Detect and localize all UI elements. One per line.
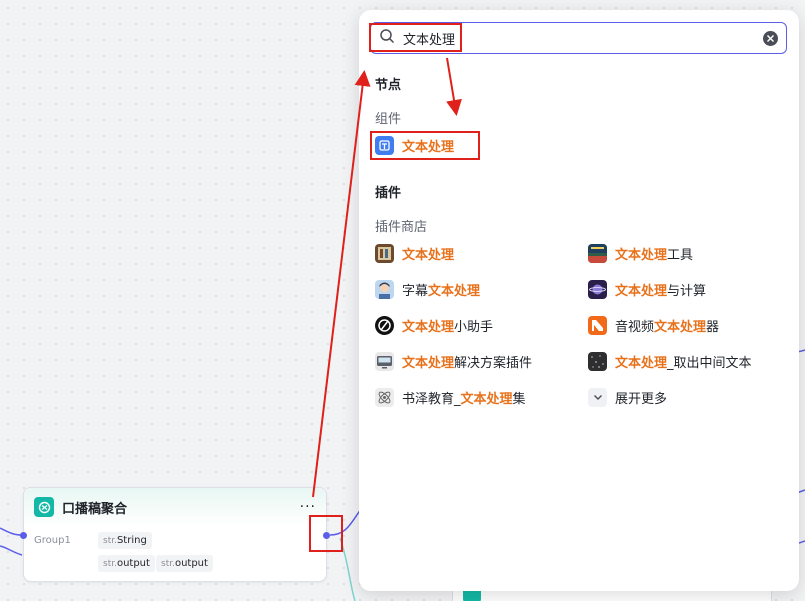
output-tag: str.output [156,555,213,572]
molecule-icon [375,387,394,407]
component-item-text-processing[interactable]: 文本处理 [375,134,454,156]
avatar-boy-icon [375,279,394,299]
chevron-down-icon [588,387,607,407]
plugin-item[interactable]: 音视频 文本处理器 [588,314,719,336]
expand-more-button[interactable]: 展开更多 [588,386,667,408]
plugin-item[interactable]: 字幕 文本处理 [375,278,480,300]
node-header: 口播稿聚合 ··· [24,488,326,526]
node-title: 口播稿聚合 [62,501,128,517]
input-type-tag: str.String [98,532,152,549]
plugin-item[interactable]: 文本处理 小助手 [375,314,493,336]
slash-circle-icon [375,315,394,335]
output-tag: str.output [98,555,155,572]
group-label: Group1 [34,535,71,546]
components-section-title: 组件 [375,112,402,127]
more-options-button[interactable]: ··· [300,499,316,515]
search-icon [379,28,395,48]
monitor-icon [375,351,394,371]
plugin-item[interactable]: 文本处理 解决方案插件 [375,350,532,372]
aggregate-node-card[interactable]: 口播稿聚合 ··· Group1 str.String str.output s… [23,487,327,582]
noise-tile-icon [588,351,607,371]
workflow-canvas[interactable]: 口播稿聚合 ··· Group1 str.String str.output s… [0,0,805,601]
plugin-item[interactable]: 文本处理 工具 [588,242,693,264]
plugins-section-title: 插件 [375,186,402,201]
search-input[interactable] [403,30,763,46]
output-port[interactable] [323,532,330,539]
aggregate-icon [34,497,54,517]
orange-tile-icon [588,315,607,335]
plugin-item[interactable]: 文本处理 与计算 [588,278,706,300]
search-box[interactable] [370,22,787,54]
plugin-item[interactable]: 文本处理 [375,242,454,264]
text-component-icon [375,135,394,155]
poster-icon [588,243,607,263]
input-port[interactable] [20,532,27,539]
plugin-item[interactable]: 书泽教育_ 文本处理集 [375,386,526,408]
book-shelf-icon [375,243,394,263]
clear-search-icon[interactable] [763,30,778,46]
nodes-section-title: 节点 [375,78,402,93]
plugin-store-section-title: 插件商店 [375,220,428,235]
plugin-item[interactable]: 文本处理 _取出中间文本 [588,350,752,372]
node-search-panel: 节点 组件 文本处理 插件 插件商店 文本处理 字幕文本处理 [359,10,799,591]
planet-icon [588,279,607,299]
